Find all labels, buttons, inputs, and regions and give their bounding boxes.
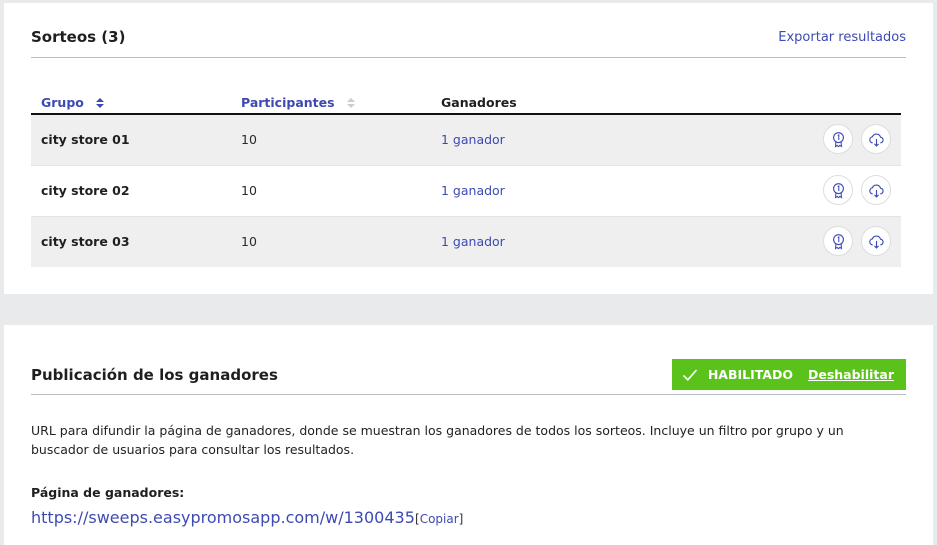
award-button[interactable] [823, 226, 853, 256]
copy-control: [Copiar] [415, 512, 463, 526]
status-badge: HABILITADO Deshabilitar [671, 359, 906, 390]
download-button[interactable] [861, 175, 891, 205]
publication-title: Publicación de los ganadores [31, 366, 278, 384]
download-button[interactable] [861, 226, 891, 256]
download-button[interactable] [861, 124, 891, 154]
cloud-download-icon [868, 184, 884, 198]
cloud-download-icon [868, 235, 884, 249]
cloud-download-icon [868, 133, 884, 147]
draws-card: Sorteos (3) Exportar resultados Grupo Pa… [4, 3, 933, 294]
page: Sorteos (3) Exportar resultados Grupo Pa… [0, 0, 937, 545]
column-header-participants-label: Participantes [241, 95, 335, 110]
row-group: city store 03 [41, 234, 130, 249]
publication-card: Publicación de los ganadores HABILITADO … [4, 325, 933, 545]
column-header-participants[interactable]: Participantes [241, 95, 355, 110]
table-row: city store 02 10 1 ganador [31, 166, 901, 217]
row-winners-link[interactable]: 1 ganador [441, 132, 505, 147]
award-icon [832, 233, 844, 250]
export-results-link[interactable]: Exportar resultados [778, 30, 906, 45]
winners-page-url[interactable]: https://sweeps.easypromosapp.com/w/13004… [31, 508, 415, 527]
table-row: city store 03 10 1 ganador [31, 217, 901, 267]
draws-table: Grupo Participantes Ganadores city store… [31, 95, 901, 267]
column-header-winners: Ganadores [441, 95, 517, 110]
copy-link[interactable]: Copiar [420, 512, 459, 526]
row-participants: 10 [241, 183, 257, 198]
winners-page-label: Página de ganadores: [31, 485, 185, 500]
sort-inactive-icon [346, 98, 355, 108]
table-header: Grupo Participantes Ganadores [31, 95, 901, 115]
disable-link[interactable]: Deshabilitar [808, 367, 894, 382]
status-label: HABILITADO [707, 367, 793, 382]
row-winners-link[interactable]: 1 ganador [441, 234, 505, 249]
column-header-group-label: Grupo [41, 95, 84, 110]
award-icon [832, 182, 844, 199]
row-winners-link[interactable]: 1 ganador [441, 183, 505, 198]
table-row: city store 01 10 1 ganador [31, 115, 901, 166]
publication-description: URL para difundir la página de ganadores… [31, 423, 844, 457]
draws-title: Sorteos (3) [31, 28, 126, 46]
award-icon [832, 131, 844, 148]
column-header-group[interactable]: Grupo [41, 95, 105, 110]
sort-active-icon [96, 98, 105, 108]
copy-bracket-close: ] [458, 512, 464, 526]
award-button[interactable] [823, 175, 853, 205]
row-group: city store 02 [41, 183, 130, 198]
row-group: city store 01 [41, 132, 130, 147]
draws-header: Sorteos (3) Exportar resultados [31, 27, 906, 58]
row-participants: 10 [241, 132, 257, 147]
check-icon [682, 368, 697, 381]
row-participants: 10 [241, 234, 257, 249]
award-button[interactable] [823, 124, 853, 154]
